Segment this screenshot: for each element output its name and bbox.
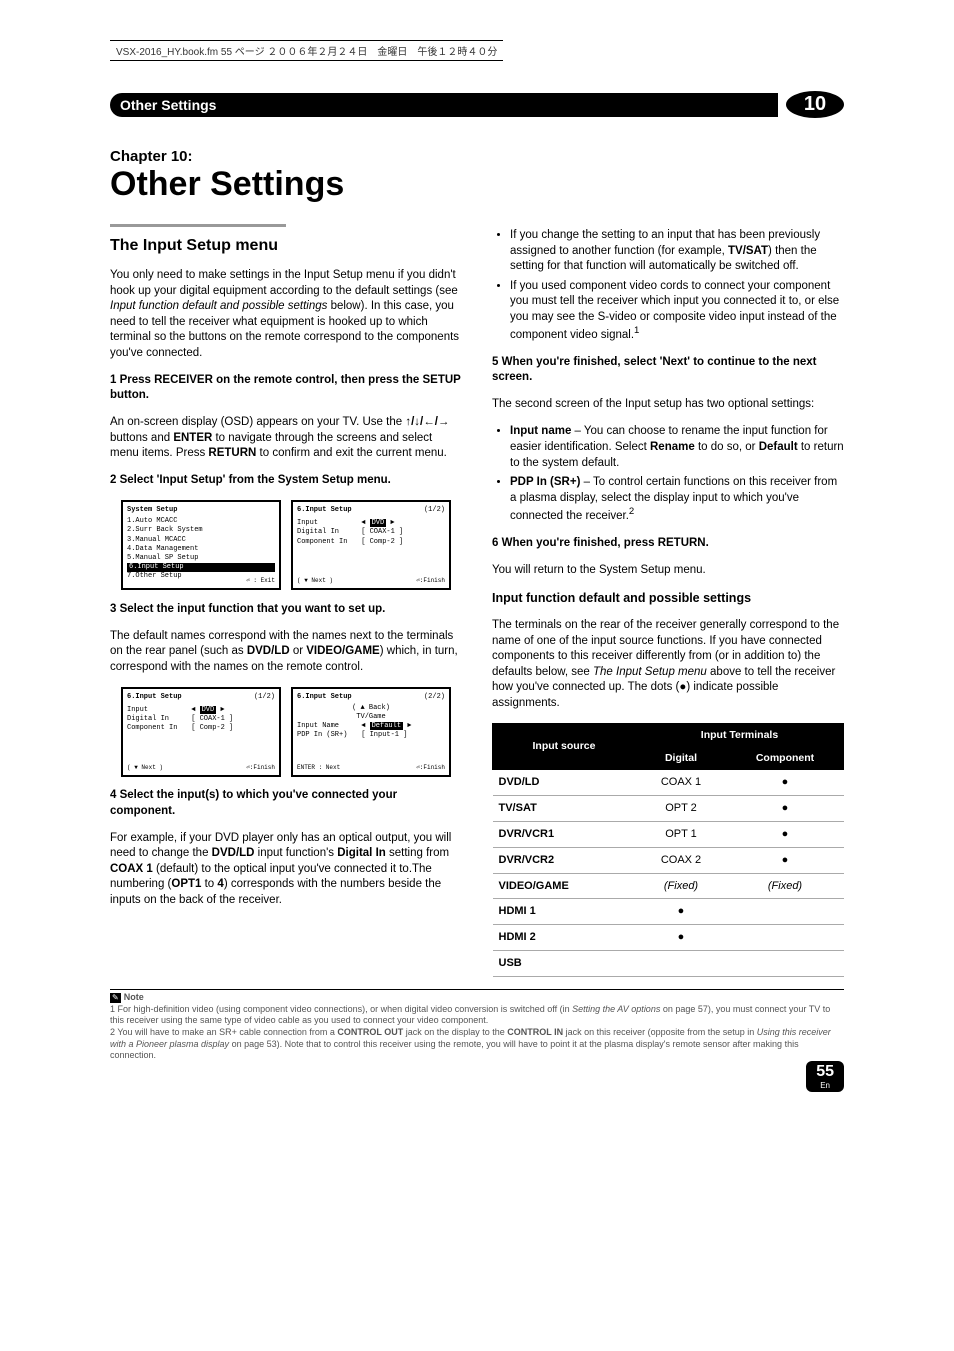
th-digital: Digital xyxy=(636,747,727,770)
osd-row-1: System Setup 1.Auto MCACC2.Surr Back Sys… xyxy=(110,500,462,590)
step-4-body: For example, if your DVD player only has… xyxy=(110,831,462,909)
table-row: TV/SATOPT 2● xyxy=(493,796,844,822)
note-label: Note xyxy=(124,992,144,1002)
chapter-label: Chapter 10: xyxy=(110,148,844,165)
step-5: 5 When you're finished, select 'Next' to… xyxy=(492,355,844,386)
arrow-icons: ↑/↓/←/→ xyxy=(405,416,449,428)
option-pdp-in: PDP In (SR+) – To control certain functi… xyxy=(510,475,844,524)
footnote-ref-1: 1 xyxy=(634,325,639,336)
th-input-source: Input source xyxy=(493,723,636,769)
osd-input-setup-2: 6.Input Setup (1/2) Input ◄ DVD ►Digital… xyxy=(121,687,281,777)
table-row: DVR/VCR2COAX 2● xyxy=(493,847,844,873)
table-row: HDMI 1● xyxy=(493,899,844,925)
table-row: VIDEO/GAME(Fixed)(Fixed) xyxy=(493,873,844,899)
table-row: DVR/VCR1OPT 1● xyxy=(493,821,844,847)
table-row: DVD/LDCOAX 1● xyxy=(493,770,844,796)
step-6-body: You will return to the System Setup menu… xyxy=(492,563,844,579)
bullet-list: If you change the setting to an input th… xyxy=(492,228,844,343)
page-number: 55 En xyxy=(806,1061,844,1092)
bullet-1: If you change the setting to an input th… xyxy=(510,228,844,275)
framemaker-header: VSX-2016_HY.book.fm 55 ページ ２００６年２月２４日 金曜… xyxy=(110,40,503,61)
footnote-ref-2: 2 xyxy=(629,506,634,517)
th-input-terminals: Input Terminals xyxy=(636,723,844,746)
osd-input-setup-3: 6.Input Setup (2/2) ( ▲ Back) TV/Game In… xyxy=(291,687,451,777)
footnote-2: 2 You will have to make an SR+ cable con… xyxy=(110,1027,831,1060)
bullet-2: If you used component video cords to con… xyxy=(510,279,844,344)
step-6: 6 When you're finished, press RETURN. xyxy=(492,536,844,552)
heading-input-setup: The Input Setup menu xyxy=(110,235,462,257)
chapter-title: Other Settings xyxy=(110,165,844,204)
chapter-number-badge: 10 xyxy=(786,91,844,118)
step-3: 3 Select the input function that you wan… xyxy=(110,602,462,618)
step-3-body: The default names correspond with the na… xyxy=(110,629,462,676)
left-column: The Input Setup menu You only need to ma… xyxy=(110,224,462,977)
step-2: 2 Select 'Input Setup' from the System S… xyxy=(110,473,462,489)
divider xyxy=(110,224,286,227)
section-tab: Other Settings xyxy=(110,93,778,117)
heading-defaults: Input function default and possible sett… xyxy=(492,590,844,607)
option-input-name: Input name – You can choose to rename th… xyxy=(510,424,844,471)
chapter-heading: Chapter 10: Other Settings xyxy=(110,148,844,204)
step-1: 1 Press RECEIVER on the remote control, … xyxy=(110,373,462,404)
table-row: HDMI 2● xyxy=(493,925,844,951)
note-icon: ✎ xyxy=(110,993,121,1003)
right-column: If you change the setting to an input th… xyxy=(492,224,844,977)
footnote-1: 1 For high-definition video (using compo… xyxy=(110,1004,830,1026)
defaults-body: The terminals on the rear of the receive… xyxy=(492,618,844,711)
section-header: Other Settings 10 xyxy=(110,91,844,118)
table-row: USB xyxy=(493,951,844,977)
step-5-body: The second screen of the Input setup has… xyxy=(492,397,844,413)
step-1-body: An on-screen display (OSD) appears on yo… xyxy=(110,415,462,462)
intro-paragraph: You only need to make settings in the In… xyxy=(110,268,462,361)
footnotes: ✎Note 1 For high-definition video (using… xyxy=(110,989,844,1062)
step-4: 4 Select the input(s) to which you've co… xyxy=(110,788,462,819)
osd-input-setup-1: 6.Input Setup (1/2) Input ◄ DVD ►Digital… xyxy=(291,500,451,590)
options-list: Input name – You can choose to rename th… xyxy=(492,424,844,524)
input-terminals-table: Input source Input Terminals Digital Com… xyxy=(492,723,844,977)
osd-system-setup: System Setup 1.Auto MCACC2.Surr Back Sys… xyxy=(121,500,281,590)
osd-row-2: 6.Input Setup (1/2) Input ◄ DVD ►Digital… xyxy=(110,687,462,777)
th-component: Component xyxy=(726,747,843,770)
